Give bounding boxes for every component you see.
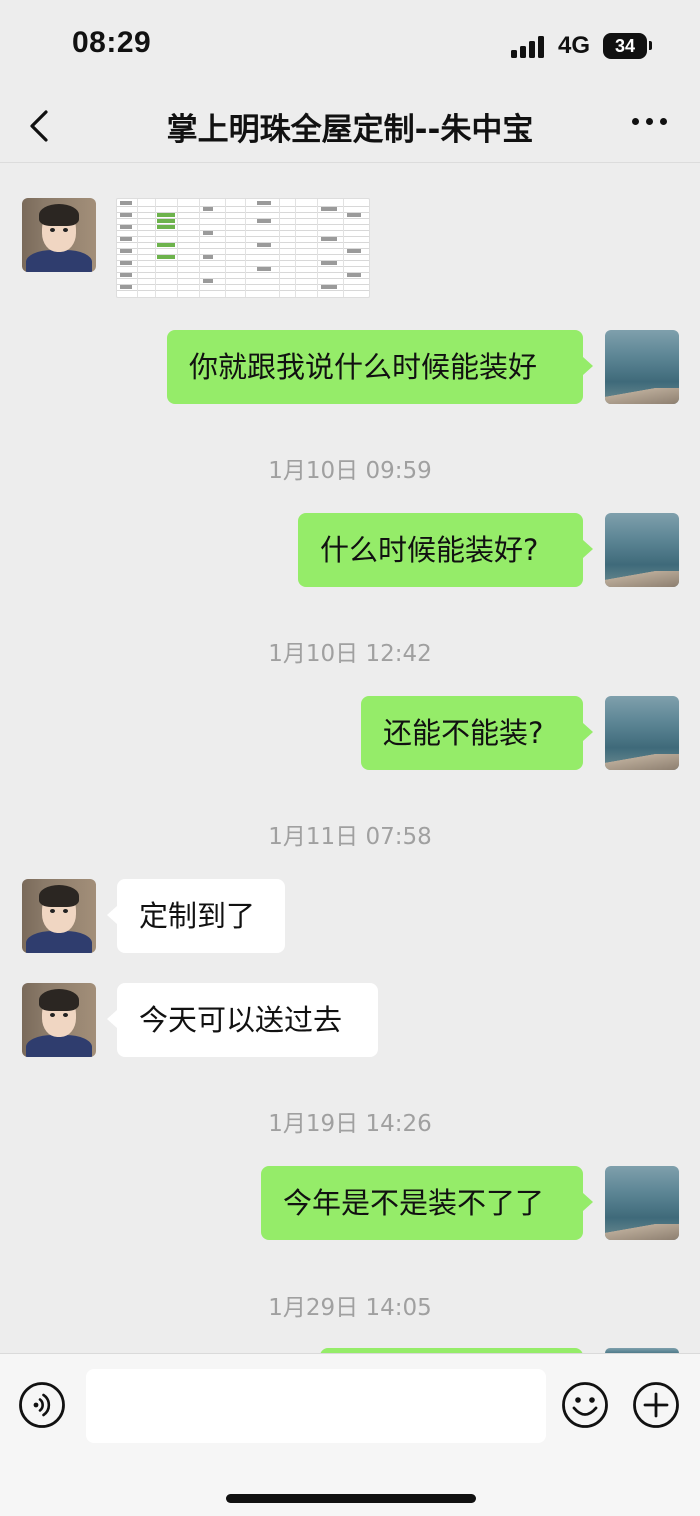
message-bubble-received[interactable]: 今天可以送过去 [117,983,378,1057]
bubble-tail [583,1193,593,1211]
bubble-tail [583,723,593,741]
message-input[interactable] [86,1369,546,1443]
message-bubble-received[interactable]: 定制到了 [117,879,285,953]
signal-icon [511,36,544,58]
bubble-tail [107,906,117,924]
network-type: 4G [558,32,591,59]
message-timestamp: 1月11日 07:58 [268,824,432,850]
message-timestamp: 1月29日 14:05 [268,1295,432,1321]
message-bubble-sent[interactable]: 你就跟我说什么时候能装好 [167,330,583,404]
voice-icon[interactable] [18,1381,66,1429]
status-bar: 08:29 4G 34 [0,0,700,92]
my-avatar[interactable] [605,513,679,587]
battery-indicator: 34 [603,33,647,59]
emoji-icon[interactable] [561,1381,609,1429]
my-avatar[interactable] [605,330,679,404]
image-message[interactable] [116,198,370,298]
message-bubble-sent[interactable]: 今年是不是装不了了 [261,1166,583,1240]
bubble-tail [107,1010,117,1028]
plus-icon[interactable] [632,1381,680,1429]
bubble-tail [583,540,593,558]
message-bubble-sent[interactable]: 什么时候能装好? [298,513,583,587]
message-timestamp: 1月19日 14:26 [268,1111,432,1137]
chat-header: 掌上明珠全屋定制--朱中宝 [0,92,700,163]
contact-avatar[interactable] [22,879,96,953]
chat-title: 掌上明珠全屋定制--朱中宝 [166,112,534,148]
message-bubble-sent[interactable]: 还能不能装? [361,696,583,770]
my-avatar[interactable] [605,696,679,770]
battery-nub [649,41,652,50]
my-avatar[interactable] [605,1166,679,1240]
more-dots-icon[interactable] [630,118,670,132]
message-timestamp: 1月10日 12:42 [268,641,432,667]
message-timestamp: 1月10日 09:59 [268,458,432,484]
contact-avatar[interactable] [22,198,96,272]
status-time: 08:29 [72,26,152,59]
bubble-tail [583,357,593,375]
input-bar [0,1353,700,1516]
home-indicator [226,1494,476,1503]
contact-avatar[interactable] [22,983,96,1057]
